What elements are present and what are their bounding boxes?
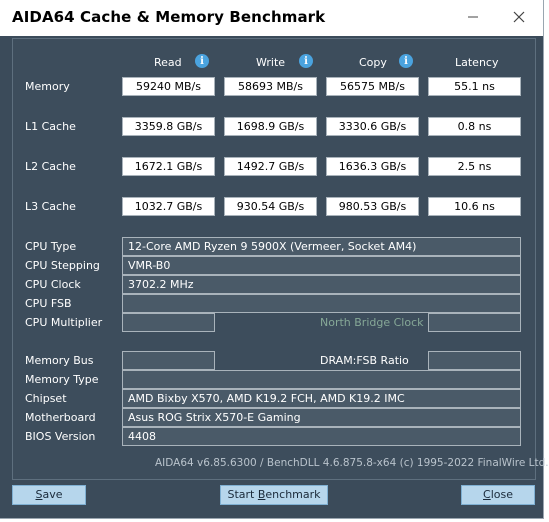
l3-copy-value: 980.53 GB/s [326, 197, 419, 216]
memory-copy-value: 56575 MB/s [326, 77, 419, 96]
north-bridge-clock-value [428, 313, 521, 332]
benchmark-window: AIDA64 Cache & Memory Benchmark Read i W… [0, 0, 549, 519]
north-bridge-clock-label: North Bridge Clock [320, 316, 424, 329]
motherboard-label: Motherboard [25, 411, 96, 424]
window-title: AIDA64 Cache & Memory Benchmark [12, 8, 326, 26]
cpu-stepping-value: VMR-B0 [122, 256, 521, 275]
results-panel: Read i Write i Copy i Latency Memory 592… [12, 38, 549, 480]
cpu-multiplier-value [122, 313, 215, 332]
info-icon[interactable]: i [299, 54, 313, 68]
bios-version-value: 4408 [122, 427, 521, 446]
cpu-multiplier-label: CPU Multiplier [25, 316, 103, 329]
chipset-label: Chipset [25, 392, 67, 405]
l2-copy-value: 1636.3 GB/s [326, 157, 419, 176]
close-icon[interactable] [504, 4, 534, 30]
memory-write-value: 58693 MB/s [224, 77, 317, 96]
bios-version-label: BIOS Version [25, 430, 96, 443]
start-benchmark-button[interactable]: Start Benchmark [220, 485, 328, 505]
cpu-type-value: 12-Core AMD Ryzen 9 5900X (Vermeer, Sock… [122, 237, 521, 256]
version-footer: AIDA64 v6.85.6300 / BenchDLL 4.6.875.8-x… [155, 457, 549, 469]
l2-write-value: 1492.7 GB/s [224, 157, 317, 176]
close-button-mnemonic: C [483, 488, 491, 501]
cpu-stepping-label: CPU Stepping [25, 259, 100, 272]
save-button-label: ave [42, 488, 63, 501]
title-bar: AIDA64 Cache & Memory Benchmark [0, 0, 543, 36]
l1-copy-value: 3330.6 GB/s [326, 117, 419, 136]
column-header-read: Read [154, 56, 182, 69]
l2-read-value: 1672.1 GB/s [122, 157, 215, 176]
memory-type-value [122, 370, 521, 389]
column-header-write: Write [256, 56, 286, 69]
l3-write-value: 930.54 GB/s [224, 197, 317, 216]
memory-bus-label: Memory Bus [25, 354, 94, 367]
cpu-clock-value: 3702.2 MHz [122, 275, 521, 294]
dram-fsb-ratio-label: DRAM:FSB Ratio [320, 354, 409, 367]
dram-fsb-ratio-value [428, 351, 521, 370]
memory-bus-value [122, 351, 215, 370]
close-button[interactable]: Close [461, 485, 535, 505]
l1-read-value: 3359.8 GB/s [122, 117, 215, 136]
row-label: L1 Cache [25, 120, 76, 133]
save-button[interactable]: Save [12, 485, 86, 505]
memory-latency-value: 55.1 ns [428, 77, 521, 96]
column-header-latency: Latency [455, 56, 499, 69]
cpu-fsb-label: CPU FSB [25, 297, 72, 310]
row-label: Memory [25, 80, 70, 93]
start-benchmark-label-rest: enchmark [265, 488, 321, 501]
minimize-icon[interactable] [458, 4, 488, 30]
l2-latency-value: 2.5 ns [428, 157, 521, 176]
l1-latency-value: 0.8 ns [428, 117, 521, 136]
memory-read-value: 59240 MB/s [122, 77, 215, 96]
cpu-fsb-value [122, 294, 521, 313]
info-icon[interactable]: i [195, 54, 209, 68]
chipset-value: AMD Bixby X570, AMD K19.2 FCH, AMD K19.2… [122, 389, 521, 408]
start-benchmark-label-start: Start [227, 488, 258, 501]
info-icon[interactable]: i [399, 54, 413, 68]
close-button-label: lose [490, 488, 513, 501]
memory-type-label: Memory Type [25, 373, 99, 386]
column-header-copy: Copy [359, 56, 387, 69]
motherboard-value: Asus ROG Strix X570-E Gaming [122, 408, 521, 427]
l3-read-value: 1032.7 GB/s [122, 197, 215, 216]
row-label: L2 Cache [25, 160, 76, 173]
cpu-type-label: CPU Type [25, 240, 77, 253]
cpu-clock-label: CPU Clock [25, 278, 81, 291]
row-label: L3 Cache [25, 200, 76, 213]
l1-write-value: 1698.9 GB/s [224, 117, 317, 136]
l3-latency-value: 10.6 ns [428, 197, 521, 216]
